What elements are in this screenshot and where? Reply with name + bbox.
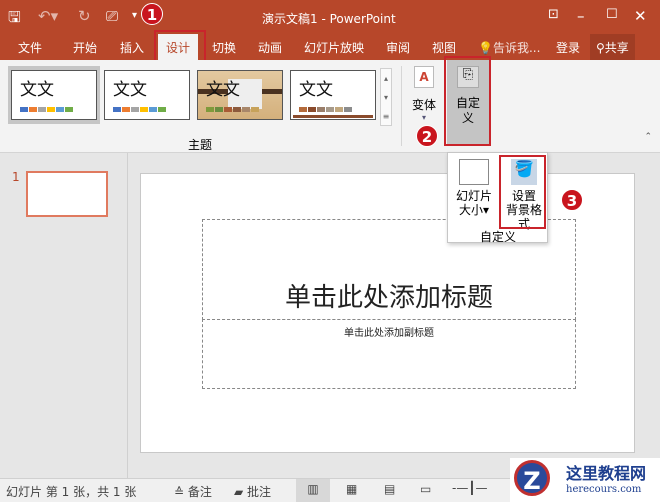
highlight-design-tab — [154, 30, 206, 64]
theme-thumbnail-1[interactable]: 文文 — [11, 70, 97, 120]
theme-color-swatch — [251, 107, 259, 112]
tab-view[interactable]: 视图 — [432, 39, 456, 56]
theme-color-swatch — [215, 107, 223, 112]
tab-transitions[interactable]: 切换 — [212, 39, 236, 56]
theme-color-swatch — [56, 107, 64, 112]
ribbon: 文文 文文 文文 文文 ▴ ▾ ≡ 主题 A 变体 ▾ ⎘ 自定义 ⌃ — [0, 60, 660, 153]
customize-group-label: 自定义 — [480, 230, 517, 244]
annotation-2: 2 — [416, 125, 438, 147]
theme-color-swatch — [326, 107, 334, 112]
theme-label: 文文 — [20, 80, 54, 100]
slide-sorter-icon[interactable]: ▦ — [346, 482, 357, 496]
tab-file[interactable]: 文件 — [18, 39, 42, 56]
customize-qat-icon[interactable]: ▾ — [132, 10, 137, 21]
watermark-name: 这里教程网 — [566, 464, 647, 483]
theme-color-swatch — [335, 107, 343, 112]
theme-color-swatch — [158, 107, 166, 112]
theme-color-swatch — [149, 107, 157, 112]
theme-color-swatch — [29, 107, 37, 112]
save-icon[interactable]: 🖫 — [8, 7, 21, 32]
maximize-icon[interactable]: ☐ — [606, 7, 618, 22]
tab-insert[interactable]: 插入 — [120, 39, 144, 56]
collapse-ribbon-icon[interactable]: ⌃ — [644, 132, 652, 142]
zoom-slider[interactable]: -—┃— — [452, 481, 488, 495]
ribbon-tabs: 文件 开始 插入 设计 切换 动画 幻灯片放映 审阅 视图 💡告诉我... 登录… — [0, 34, 660, 60]
notes-label: 备注 — [187, 485, 212, 499]
comments-button[interactable]: ▰ 批注 — [234, 483, 271, 500]
theme-color-swatch — [38, 107, 46, 112]
share-button[interactable]: ⚲共享 — [590, 34, 635, 60]
notes-button[interactable]: ≙ 备注 — [174, 483, 212, 500]
tell-me[interactable]: 💡告诉我... — [478, 39, 540, 56]
lightbulb-icon: 💡 — [478, 41, 493, 55]
slide-size-label-2: 大小▾ — [458, 203, 490, 217]
theme-color-swatch — [317, 107, 325, 112]
slide-size-icon — [459, 159, 489, 185]
theme-color-swatch — [233, 107, 241, 112]
variants-label: 变体 — [411, 98, 436, 112]
title-bar: 🖫 ↶▾ ↻ ⎚ ▾ 演示文稿1 - PowerPoint ⊡ – ☐ ✕ — [0, 0, 660, 34]
theme-color-swatch — [122, 107, 130, 112]
comments-label: 批注 — [247, 485, 272, 499]
theme-color-swatch — [131, 107, 139, 112]
theme-label: 文文 — [206, 80, 240, 100]
slideshow-view-icon[interactable]: ▭ — [420, 482, 431, 496]
theme-thumbnail-3[interactable]: 文文 — [197, 70, 283, 120]
theme-thumbnail-2[interactable]: 文文 — [104, 70, 190, 120]
theme-color-swatch — [224, 107, 232, 112]
theme-color-swatch — [344, 107, 352, 112]
slide-canvas[interactable]: 单击此处添加标题 单击此处添加副标题 — [140, 173, 635, 453]
theme-color-swatch — [47, 107, 55, 112]
slide-thumbnail-pane: 1 — [0, 153, 128, 478]
theme-color-swatch — [113, 107, 121, 112]
tell-me-label: 告诉我... — [492, 41, 541, 55]
themes-group-label: 主题 — [188, 138, 213, 152]
slide-size-button[interactable]: 幻灯片 大小▾ — [452, 157, 496, 223]
tab-review[interactable]: 审阅 — [386, 39, 410, 56]
reading-view-icon[interactable]: ▤ — [384, 482, 395, 496]
undo-icon[interactable]: ↶▾ — [38, 7, 58, 25]
login-link[interactable]: 登录 — [556, 39, 580, 56]
theme-thumbnail-4[interactable]: 文文 — [290, 70, 376, 120]
subtitle-placeholder[interactable]: 单击此处添加副标题 — [202, 319, 576, 389]
variants-icon: A — [414, 66, 434, 88]
theme-color-swatch — [20, 107, 28, 112]
normal-view-icon[interactable]: ▥ — [296, 479, 330, 502]
theme-label: 文文 — [113, 80, 147, 100]
person-icon: ⚲ — [596, 41, 605, 55]
slide-counter: 幻灯片 第 1 张，共 1 张 — [6, 485, 137, 499]
theme-color-swatch — [242, 107, 250, 112]
highlight-format-background — [499, 155, 546, 229]
watermark-url: herecours.com — [566, 484, 642, 495]
thumbnail-number: 1 — [12, 170, 20, 184]
theme-color-swatch — [140, 107, 148, 112]
window-title: 演示文稿1 - PowerPoint — [262, 12, 396, 26]
theme-color-swatch — [308, 107, 316, 112]
highlight-customize — [444, 56, 491, 146]
theme-color-swatch — [206, 107, 214, 112]
slide-thumbnail-1[interactable] — [26, 171, 108, 217]
tab-animations[interactable]: 动画 — [258, 39, 282, 56]
theme-color-swatch — [299, 107, 307, 112]
redo-icon[interactable]: ↻ — [78, 7, 91, 25]
annotation-1: 1 — [141, 3, 163, 25]
theme-gallery-scroll[interactable]: ▴ ▾ ≡ — [380, 68, 392, 126]
watermark: Z 这里教程网 herecours.com — [510, 458, 660, 502]
watermark-logo: Z — [514, 460, 550, 496]
slideshow-icon[interactable]: ⎚ — [106, 7, 118, 25]
theme-color-swatch — [65, 107, 73, 112]
tab-home[interactable]: 开始 — [73, 39, 97, 56]
slide-size-label: 幻灯片 — [455, 189, 492, 203]
close-icon[interactable]: ✕ — [634, 7, 647, 25]
annotation-3: 3 — [561, 189, 583, 211]
tab-slideshow[interactable]: 幻灯片放映 — [304, 39, 364, 56]
ribbon-display-icon[interactable]: ⊡ — [548, 7, 559, 22]
share-label: 共享 — [604, 41, 629, 55]
theme-label: 文文 — [299, 80, 333, 100]
minimize-icon[interactable]: – — [577, 7, 585, 25]
